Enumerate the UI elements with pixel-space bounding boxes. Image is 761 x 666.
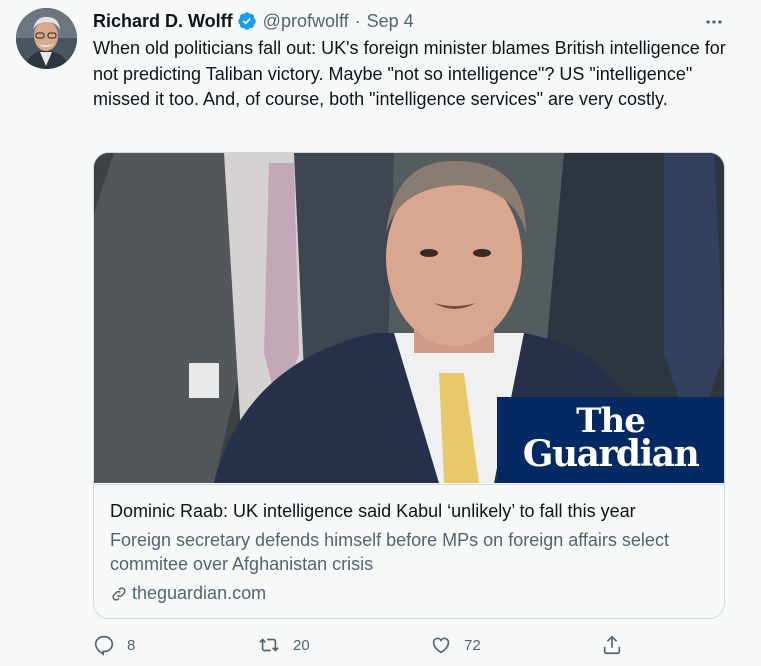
author-handle[interactable]: @profwolff — [263, 11, 349, 32]
retweet-icon — [259, 638, 279, 652]
logo-line-2: Guardian — [522, 433, 700, 475]
tweet[interactable]: Richard D. Wolff @profwolff · Sep 4 When… — [0, 0, 761, 666]
card-image: The Guardian — [94, 153, 724, 483]
reply-button[interactable]: 8 — [93, 634, 135, 656]
card-description: Foreign secretary defends himself before… — [110, 530, 669, 574]
more-icon[interactable] — [702, 10, 726, 34]
card-meta: Dominic Raab: UK intelligence said Kabul… — [94, 484, 724, 618]
avatar-photo — [16, 8, 77, 69]
guardian-logo: The Guardian — [497, 397, 724, 483]
card-domain-text: theguardian.com — [132, 583, 267, 603]
reply-count: 8 — [127, 636, 136, 654]
share-icon — [603, 635, 621, 655]
author-name[interactable]: Richard D. Wolff — [93, 11, 233, 32]
link-card[interactable]: The Guardian Dominic Raab: UK intelligen… — [93, 152, 725, 619]
separator-dot: · — [354, 10, 361, 31]
reply-icon — [94, 635, 114, 656]
like-button[interactable]: 72 — [430, 634, 481, 656]
tweet-actions: 8 20 72 — [93, 634, 733, 662]
tweet-header: Richard D. Wolff @profwolff · Sep 4 — [93, 9, 414, 33]
like-count: 72 — [464, 636, 481, 654]
share-button[interactable] — [601, 634, 623, 656]
link-icon — [112, 586, 126, 601]
card-domain: theguardian.com — [110, 583, 266, 604]
like-icon — [432, 637, 450, 654]
tweet-date[interactable]: Sep 4 — [367, 11, 414, 32]
avatar[interactable] — [16, 8, 77, 69]
verified-badge-icon — [237, 11, 257, 31]
retweet-button[interactable]: 20 — [257, 634, 310, 656]
retweet-count: 20 — [293, 636, 310, 654]
tweet-text: When old politicians fall out: UK's fore… — [93, 38, 726, 109]
card-title: Dominic Raab: UK intelligence said Kabul… — [110, 501, 636, 521]
